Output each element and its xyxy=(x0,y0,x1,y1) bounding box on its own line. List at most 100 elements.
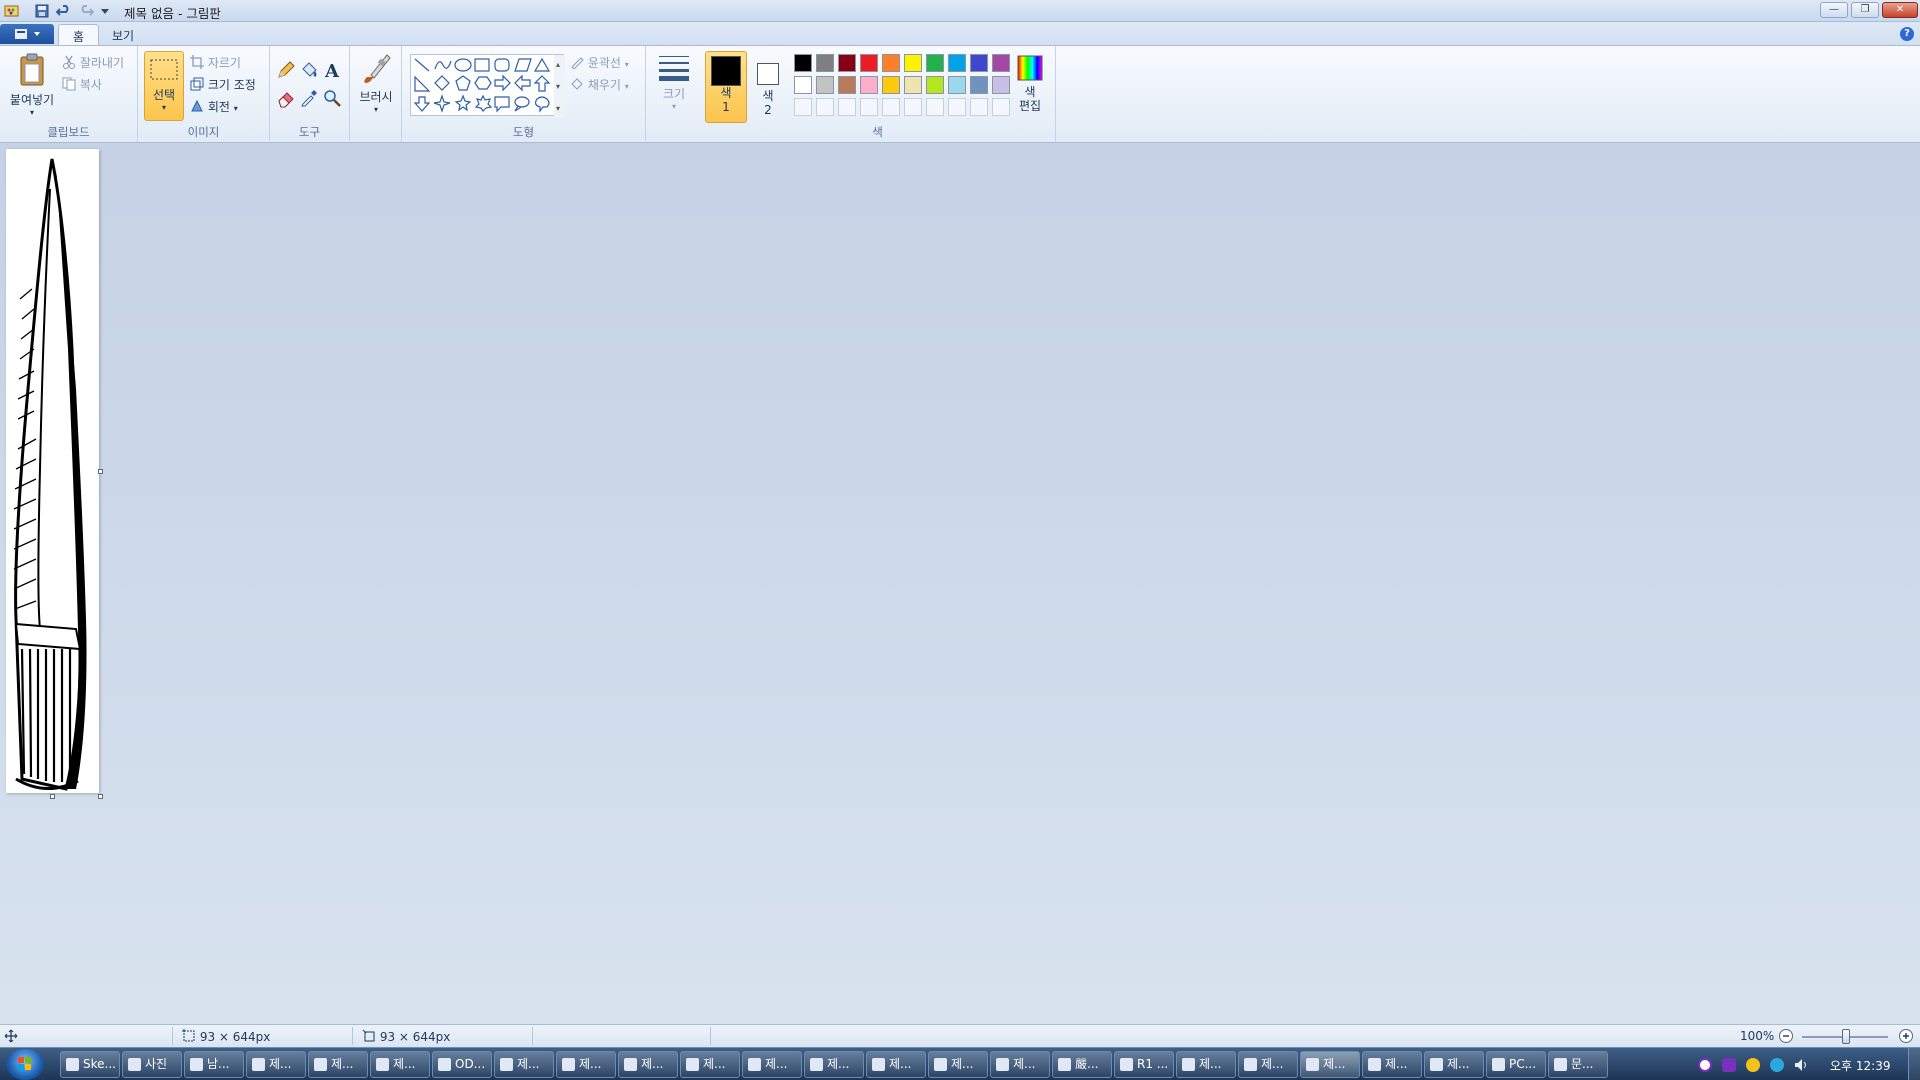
start-button[interactable] xyxy=(6,1049,44,1080)
paste-dropdown-icon[interactable]: ▾ xyxy=(4,108,60,117)
outline-button[interactable]: 윤곽선 ▾ xyxy=(570,54,629,72)
taskbar-item[interactable]: 제... xyxy=(494,1051,554,1078)
taskbar-clock[interactable]: 오후 12:39 xyxy=(1830,1057,1890,1074)
taskbar-item[interactable]: 제... xyxy=(370,1051,430,1078)
minimize-button[interactable]: — xyxy=(1820,2,1848,18)
custom-color-slot[interactable] xyxy=(926,98,944,116)
zoom-in-icon[interactable] xyxy=(1898,1028,1914,1047)
select-button[interactable]: 선택 ▾ xyxy=(144,51,184,121)
rotate-button[interactable]: 회전 ▾ xyxy=(190,98,238,116)
undo-icon[interactable] xyxy=(55,3,72,19)
taskbar-item[interactable]: 嚴... xyxy=(1052,1051,1112,1078)
taskbar-item[interactable]: 남... xyxy=(184,1051,244,1078)
size-button[interactable]: 크기 ▾ xyxy=(654,52,694,111)
edit-colors-button[interactable]: 색 편집 xyxy=(1010,54,1050,113)
palette-color-swatch[interactable] xyxy=(926,76,944,94)
taskbar-item[interactable]: 제... xyxy=(246,1051,306,1078)
palette-color-swatch[interactable] xyxy=(926,54,944,72)
palette-color-swatch[interactable] xyxy=(882,76,900,94)
palette-color-swatch[interactable] xyxy=(860,76,878,94)
custom-color-slot[interactable] xyxy=(838,98,856,116)
custom-color-slot[interactable] xyxy=(948,98,966,116)
taskbar-item[interactable]: 제... xyxy=(866,1051,926,1078)
custom-color-slot[interactable] xyxy=(992,98,1010,116)
magnifier-tool[interactable] xyxy=(322,88,344,110)
palette-color-swatch[interactable] xyxy=(860,54,878,72)
help-icon[interactable]: ? xyxy=(1900,27,1914,41)
palette-color-swatch[interactable] xyxy=(992,76,1010,94)
rotate-dropdown-icon[interactable]: ▾ xyxy=(234,104,238,113)
taskbar-item[interactable]: 제... xyxy=(308,1051,368,1078)
restore-button[interactable]: ❐ xyxy=(1851,2,1879,18)
tray-app-icon[interactable] xyxy=(1698,1058,1712,1072)
taskbar-item[interactable]: 문... xyxy=(1548,1051,1608,1078)
taskbar-item[interactable]: 제... xyxy=(928,1051,988,1078)
volume-icon[interactable] xyxy=(1794,1058,1808,1072)
taskbar-item[interactable]: 제... xyxy=(1424,1051,1484,1078)
color1-button[interactable]: 색 1 xyxy=(705,51,747,123)
color-picker-tool[interactable] xyxy=(299,88,321,110)
crop-button[interactable]: 자르기 xyxy=(190,54,241,72)
custom-color-slot[interactable] xyxy=(794,98,812,116)
custom-color-slot[interactable] xyxy=(882,98,900,116)
copy-button[interactable]: 복사 xyxy=(62,76,102,94)
palette-color-swatch[interactable] xyxy=(948,76,966,94)
save-icon[interactable] xyxy=(34,3,50,19)
taskbar-item[interactable]: R1 ... xyxy=(1114,1051,1174,1078)
taskbar-item[interactable]: OD... xyxy=(432,1051,492,1078)
tab-view[interactable]: 보기 xyxy=(98,24,148,46)
taskbar-item[interactable]: 제... xyxy=(742,1051,802,1078)
taskbar-item[interactable]: 제... xyxy=(1176,1051,1236,1078)
eraser-tool[interactable] xyxy=(276,88,298,110)
palette-color-swatch[interactable] xyxy=(970,76,988,94)
resize-handle-corner[interactable] xyxy=(98,794,103,799)
palette-color-swatch[interactable] xyxy=(838,54,856,72)
taskbar-item[interactable]: Ske... xyxy=(60,1051,120,1078)
custom-color-slot[interactable] xyxy=(860,98,878,116)
palette-color-swatch[interactable] xyxy=(948,54,966,72)
taskbar-item[interactable]: 제... xyxy=(680,1051,740,1078)
taskbar-item[interactable]: 제... xyxy=(556,1051,616,1078)
palette-color-swatch[interactable] xyxy=(838,76,856,94)
tray-network-icon[interactable] xyxy=(1770,1058,1784,1072)
resize-handle-right[interactable] xyxy=(98,469,103,474)
palette-color-swatch[interactable] xyxy=(882,54,900,72)
custom-color-slot[interactable] xyxy=(816,98,834,116)
zoom-slider-thumb[interactable] xyxy=(1842,1029,1850,1044)
palette-color-swatch[interactable] xyxy=(992,54,1010,72)
palette-color-swatch[interactable] xyxy=(816,76,834,94)
tray-player-icon[interactable] xyxy=(1722,1058,1736,1072)
tab-home[interactable]: 홈 xyxy=(58,24,100,46)
taskbar-item[interactable]: 사진 xyxy=(122,1051,182,1078)
show-desktop-button[interactable] xyxy=(1908,1048,1920,1080)
customize-toolbar-icon[interactable] xyxy=(100,3,116,19)
resize-handle-bottom[interactable] xyxy=(50,794,55,799)
select-dropdown-icon[interactable]: ▾ xyxy=(145,103,183,112)
custom-color-slot[interactable] xyxy=(970,98,988,116)
drawing-canvas[interactable] xyxy=(6,149,99,793)
file-menu-button[interactable] xyxy=(0,24,54,44)
taskbar-item[interactable]: 제... xyxy=(804,1051,864,1078)
palette-color-swatch[interactable] xyxy=(904,54,922,72)
custom-color-slot[interactable] xyxy=(904,98,922,116)
fill-tool[interactable] xyxy=(299,60,321,82)
zoom-out-icon[interactable] xyxy=(1778,1028,1794,1047)
brush-dropdown-icon[interactable]: ▾ xyxy=(354,105,398,114)
paint-app-icon[interactable] xyxy=(4,3,20,19)
palette-color-swatch[interactable] xyxy=(816,54,834,72)
taskbar-item[interactable]: 제... xyxy=(618,1051,678,1078)
taskbar-item[interactable]: 제... xyxy=(1238,1051,1298,1078)
taskbar-item[interactable]: PC... xyxy=(1486,1051,1546,1078)
close-button[interactable]: ✕ xyxy=(1882,2,1918,18)
fill-button[interactable]: 채우기 ▾ xyxy=(570,76,629,94)
taskbar-item[interactable]: 제... xyxy=(990,1051,1050,1078)
palette-color-swatch[interactable] xyxy=(904,76,922,94)
pencil-tool[interactable] xyxy=(276,60,298,82)
taskbar-item[interactable]: 제... xyxy=(1362,1051,1422,1078)
taskbar-item[interactable]: 제... xyxy=(1300,1051,1360,1078)
shapes-gallery[interactable]: ▴ ▾ ▾ xyxy=(410,54,565,117)
text-tool[interactable]: A xyxy=(322,60,344,82)
palette-color-swatch[interactable] xyxy=(970,54,988,72)
tray-warning-icon[interactable] xyxy=(1746,1058,1760,1072)
brushes-button[interactable]: 브러시 ▾ xyxy=(354,51,398,114)
